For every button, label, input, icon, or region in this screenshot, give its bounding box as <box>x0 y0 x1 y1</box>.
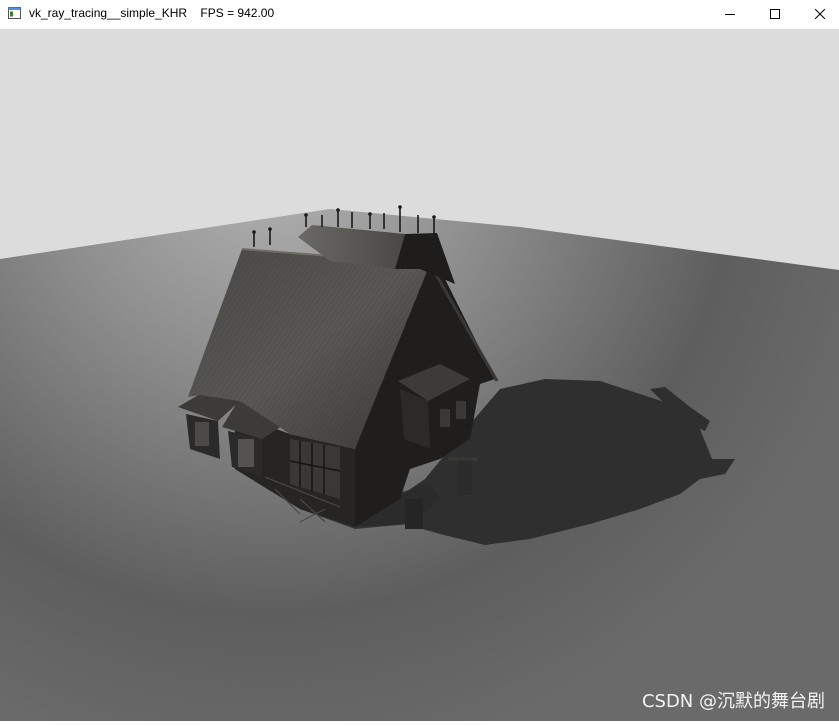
title-bar[interactable]: vk_ray_tracing__simple_KHR FPS = 942.00 <box>0 0 839 28</box>
scene-canvas <box>0 29 839 721</box>
close-icon <box>815 9 825 19</box>
barrel <box>405 499 423 529</box>
maximize-icon <box>770 9 780 19</box>
close-button[interactable] <box>797 0 839 28</box>
watermark-text: CSDN @沉默的舞台剧 <box>641 691 825 712</box>
app-window: vk_ray_tracing__simple_KHR FPS = 942.00 <box>0 0 839 721</box>
dormer-right-window <box>238 439 254 467</box>
side-window-1 <box>440 409 450 427</box>
render-viewport[interactable]: CSDN @沉默的舞台剧 <box>0 29 839 721</box>
minimize-button[interactable] <box>707 0 753 28</box>
side-window-2 <box>456 401 466 419</box>
window-title: vk_ray_tracing__simple_KHR FPS = 942.00 <box>29 6 275 20</box>
dormer-left-window <box>195 422 209 446</box>
app-window-icon <box>8 7 21 19</box>
minimize-icon <box>725 14 735 15</box>
sign-post <box>458 457 472 495</box>
maximize-button[interactable] <box>752 0 798 28</box>
